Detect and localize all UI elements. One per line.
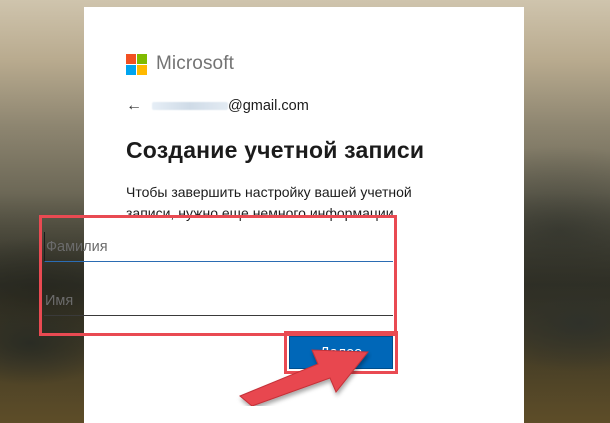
- email-domain: @gmail.com: [228, 98, 309, 114]
- logo-square-yellow: [137, 64, 147, 75]
- back-arrow-icon[interactable]: ←: [126, 96, 148, 116]
- microsoft-logo: Microsoft: [126, 53, 234, 75]
- logo-text: Microsoft: [156, 53, 234, 74]
- logo-square-red: [126, 53, 136, 64]
- last-name-input[interactable]: [44, 232, 393, 262]
- red-arrow-icon: [239, 349, 370, 406]
- logo-square-green: [137, 53, 147, 64]
- logo-square-blue: [126, 64, 136, 75]
- page-title: Создание учетной записи: [126, 137, 425, 163]
- microsoft-squares-icon: [126, 53, 147, 75]
- account-identity-row: ← @gmail.com: [126, 96, 309, 116]
- first-name-input[interactable]: [44, 286, 393, 316]
- email-username-blurred: [152, 102, 228, 110]
